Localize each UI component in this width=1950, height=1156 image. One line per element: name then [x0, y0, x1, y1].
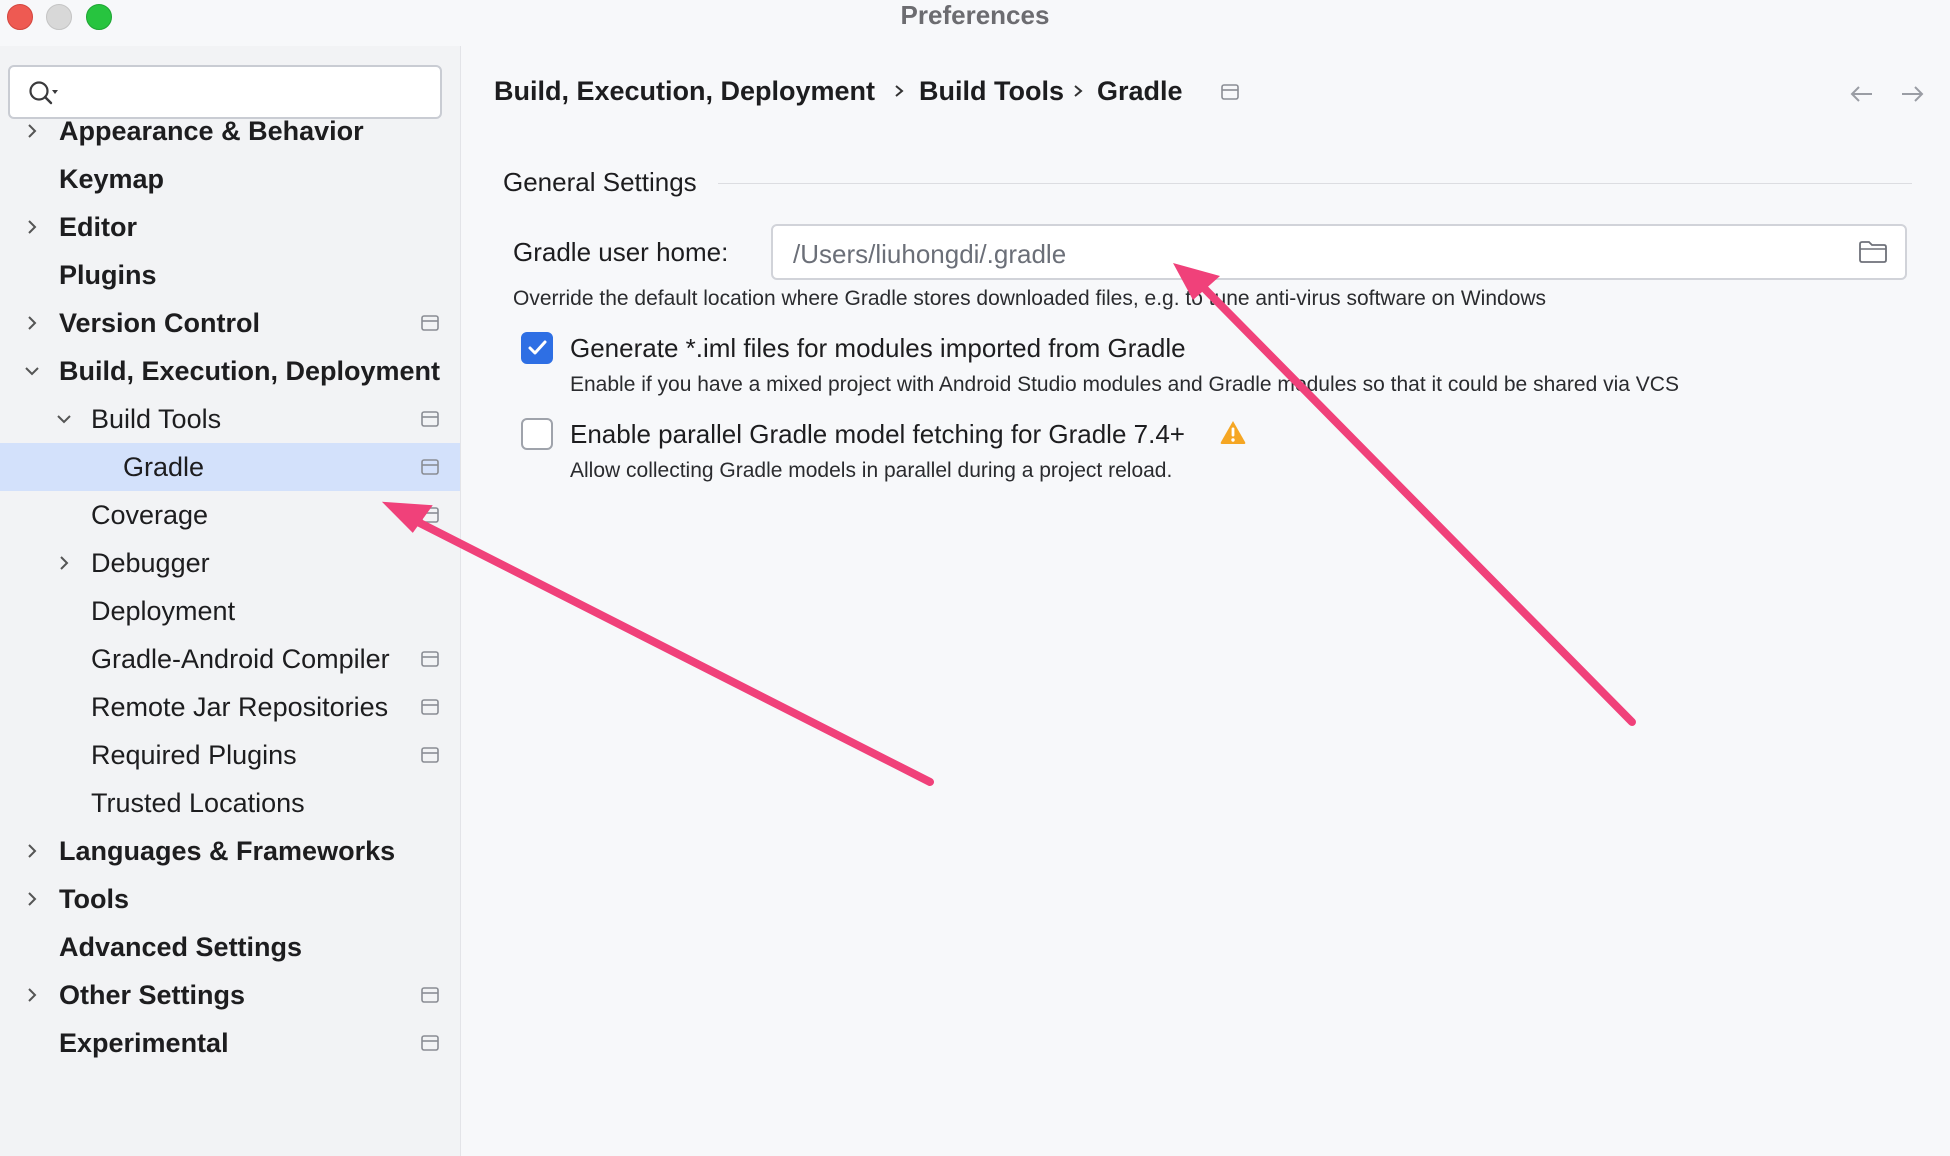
project-scope-icon [421, 747, 439, 763]
breadcrumb-item-gradle: Gradle [1097, 76, 1183, 106]
chevron-right-icon[interactable] [20, 983, 44, 1007]
sidebar-item-other-settings[interactable]: Other Settings [0, 971, 460, 1019]
parallel-fetching-hint: Allow collecting Gradle models in parall… [570, 459, 1173, 482]
chevron-right-icon[interactable] [20, 119, 44, 143]
sidebar-item-label: Trusted Locations [91, 788, 305, 818]
sidebar-item-build-execution-deployment[interactable]: Build, Execution, Deployment [0, 347, 460, 395]
back-arrow-icon[interactable] [1848, 82, 1876, 106]
sidebar-item-plugins[interactable]: Plugins [0, 251, 460, 299]
sidebar-item-label: Advanced Settings [59, 932, 303, 962]
project-scope-icon [421, 651, 439, 667]
folder-icon[interactable] [1858, 240, 1888, 264]
sidebar-item-label: Version Control [59, 308, 261, 338]
forward-arrow-icon[interactable] [1898, 82, 1926, 106]
title-bar: Preferences [0, 0, 1950, 46]
search-icon[interactable] [27, 79, 61, 107]
sidebar-item-label: Remote Jar Repositories [91, 692, 389, 722]
project-scope-icon [421, 459, 439, 475]
sidebar-item-editor[interactable]: Editor [0, 203, 460, 251]
sidebar-item-label: Required Plugins [91, 740, 297, 770]
chevron-right-icon[interactable] [20, 887, 44, 911]
sidebar-item-appearance-behavior[interactable]: Appearance & Behavior [0, 107, 460, 155]
sidebar-item-languages-frameworks[interactable]: Languages & Frameworks [0, 827, 460, 875]
gradle-user-home-input[interactable] [791, 234, 1835, 274]
sidebar-item-label: Coverage [91, 500, 209, 530]
sidebar-item-label: Keymap [59, 164, 165, 194]
chevron-down-icon[interactable] [20, 359, 44, 383]
sidebar-item-label: Build, Execution, Deployment [59, 356, 441, 386]
sidebar-item-gradle-android-compiler[interactable]: Gradle-Android Compiler [0, 635, 460, 683]
project-scope-icon [421, 987, 439, 1003]
chevron-down-icon[interactable] [52, 407, 76, 431]
sidebar-item-debugger[interactable]: Debugger [0, 539, 460, 587]
parallel-fetching-label[interactable]: Enable parallel Gradle model fetching fo… [570, 418, 1185, 450]
sidebar-item-keymap[interactable]: Keymap [0, 155, 460, 203]
sidebar-item-label: Other Settings [59, 980, 246, 1010]
sidebar-item-advanced-settings[interactable]: Advanced Settings [0, 923, 460, 971]
gradle-user-home-hint: Override the default location where Grad… [513, 287, 1547, 310]
gradle-user-home-field[interactable] [771, 224, 1907, 280]
breadcrumb-separator-icon [1074, 85, 1083, 97]
sidebar-item-coverage[interactable]: Coverage [0, 491, 460, 539]
sidebar-item-label: Build Tools [91, 404, 222, 434]
section-divider [718, 183, 1912, 184]
chevron-right-icon[interactable] [20, 215, 44, 239]
sidebar-item-label: Experimental [59, 1028, 229, 1058]
sidebar-item-label: Languages & Frameworks [59, 836, 396, 866]
sidebar-item-label: Deployment [91, 596, 236, 626]
sidebar-item-build-tools[interactable]: Build Tools [0, 395, 460, 443]
sidebar-item-trusted-locations[interactable]: Trusted Locations [0, 779, 460, 827]
warning-icon [1220, 421, 1246, 444]
project-scope-icon [421, 411, 439, 427]
chevron-right-icon[interactable] [20, 311, 44, 335]
project-scope-icon [421, 1035, 439, 1051]
generate-iml-hint: Enable if you have a mixed project with … [570, 373, 1679, 396]
sidebar-item-required-plugins[interactable]: Required Plugins [0, 731, 460, 779]
chevron-right-icon[interactable] [52, 551, 76, 575]
sidebar-item-label: Debugger [91, 548, 210, 578]
annotation-arrow-field [1173, 263, 1636, 726]
checkmark-icon [528, 340, 547, 355]
breadcrumb-item-build-execution-deployment[interactable]: Build, Execution, Deployment [494, 72, 875, 110]
generate-iml-checkbox[interactable] [521, 332, 553, 364]
sidebar-item-label: Plugins [59, 260, 157, 290]
sidebar-item-version-control[interactable]: Version Control [0, 299, 460, 347]
chevron-right-icon[interactable] [20, 839, 44, 863]
sidebar-item-tools[interactable]: Tools [0, 875, 460, 923]
sidebar-item-label: Tools [59, 884, 129, 914]
sidebar-item-label: Appearance & Behavior [59, 116, 364, 146]
window-title: Preferences [900, 0, 1050, 30]
sidebar-item-label: Gradle-Android Compiler [91, 644, 390, 674]
gradle-user-home-label: Gradle user home: [513, 237, 729, 267]
project-scope-icon [421, 315, 439, 331]
parallel-fetching-checkbox[interactable] [521, 418, 553, 450]
project-scope-icon [421, 699, 439, 715]
settings-sidebar: Appearance & Behavior Keymap Editor Plug… [0, 46, 461, 1156]
sidebar-item-label: Gradle [123, 452, 205, 482]
breadcrumb-separator-icon [895, 85, 904, 97]
sidebar-item-label: Editor [59, 212, 137, 242]
sidebar-item-experimental[interactable]: Experimental [0, 1019, 460, 1067]
generate-iml-label[interactable]: Generate *.iml files for modules importe… [570, 332, 1186, 364]
annotation-arrow-sidebar [381, 501, 934, 786]
sidebar-item-deployment[interactable]: Deployment [0, 587, 460, 635]
section-title: General Settings [503, 167, 697, 197]
project-scope-icon [1221, 84, 1239, 100]
breadcrumb-item-build-tools[interactable]: Build Tools [919, 72, 1064, 110]
sidebar-item-remote-jar-repositories[interactable]: Remote Jar Repositories [0, 683, 460, 731]
project-scope-icon [421, 507, 439, 523]
sidebar-item-gradle[interactable]: Gradle [0, 443, 460, 491]
